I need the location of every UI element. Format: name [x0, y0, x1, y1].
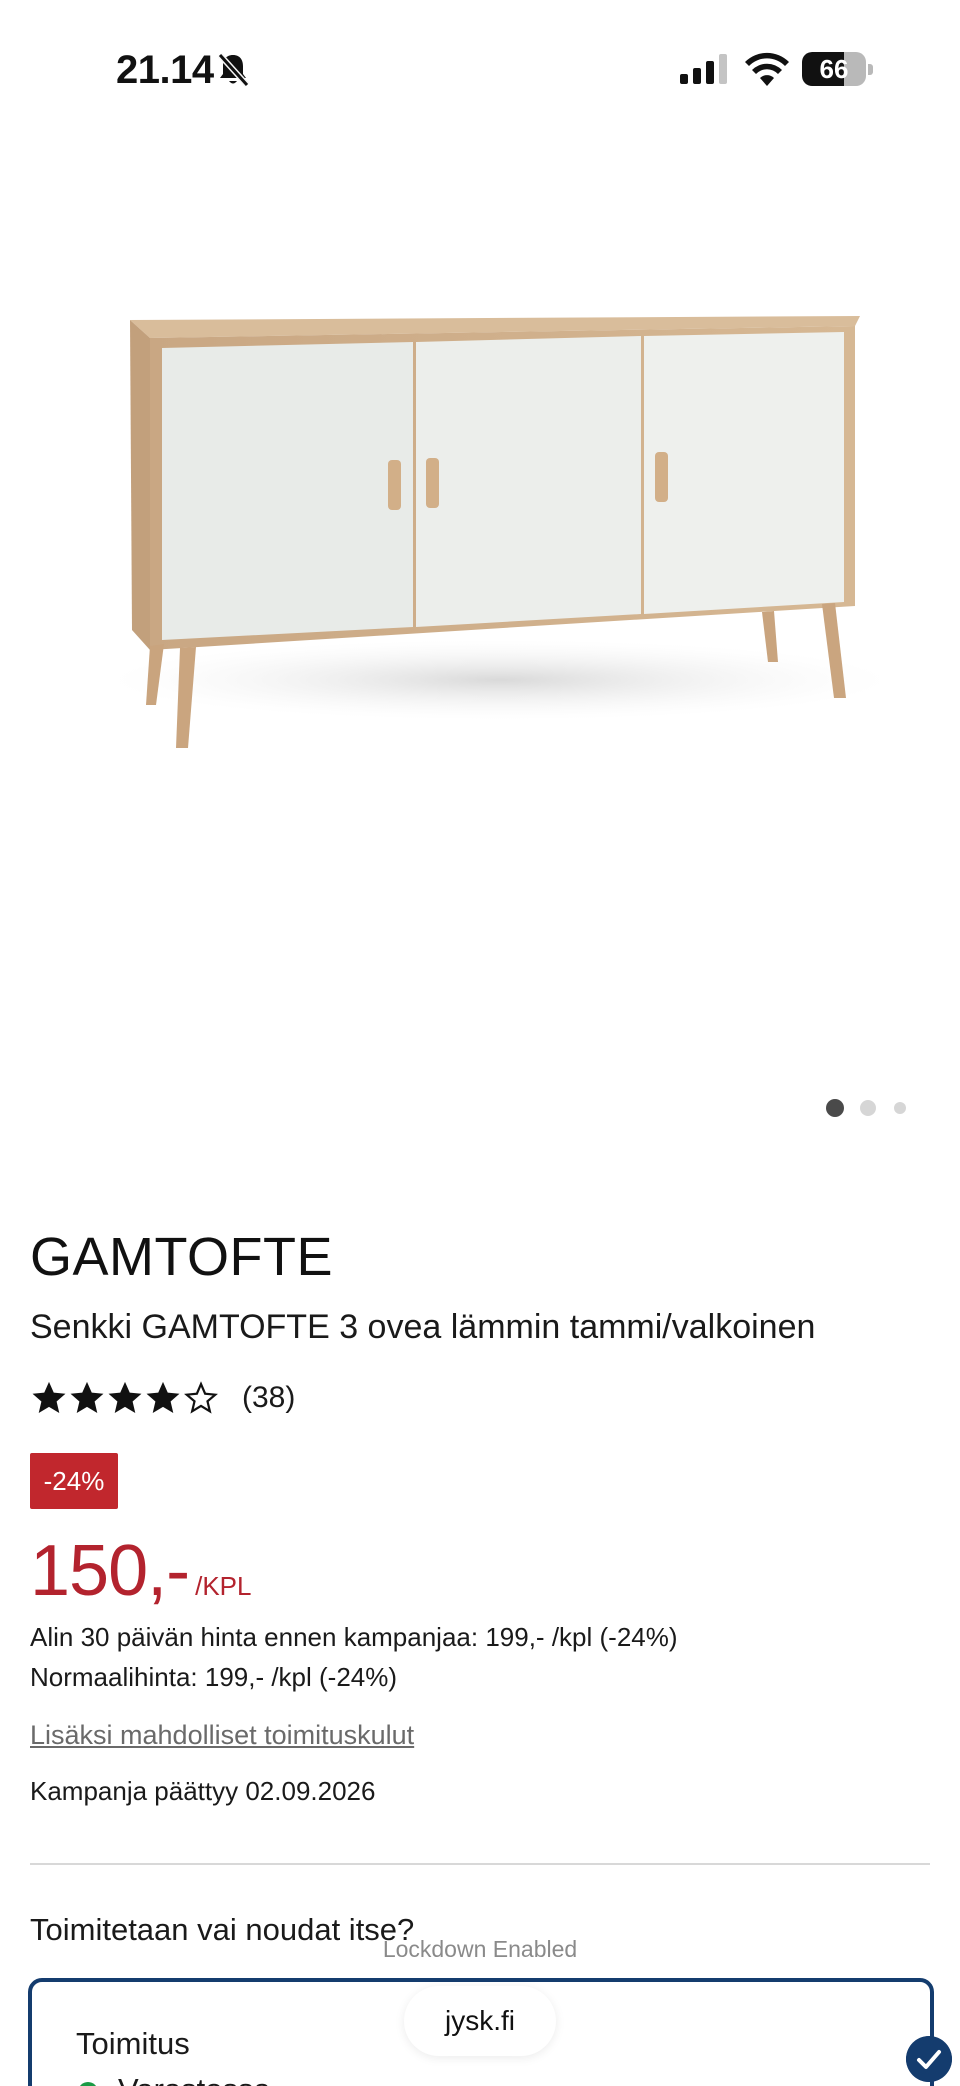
campaign-end-date: Kampanja päättyy 02.09.2026	[30, 1776, 376, 1806]
cabinet-door-middle	[416, 336, 641, 627]
carousel-indicator[interactable]	[822, 1098, 922, 1120]
product-title: Senkki GAMTOFTE 3 ovea lämmin tammi/valk…	[30, 1308, 816, 1346]
battery-icon: 66	[802, 52, 874, 86]
door-handle	[655, 452, 668, 502]
cellular-signal-icon	[680, 54, 727, 84]
cabinet-side	[130, 320, 150, 650]
lockdown-mode-label: Lockdown Enabled	[382, 1936, 578, 1962]
door-handle	[426, 458, 439, 508]
star-empty-icon	[184, 1381, 218, 1414]
lowest-price-note: Alin 30 päivän hinta ennen kampanjaa: 19…	[30, 1622, 678, 1652]
stock-status: Varastossa	[118, 2072, 271, 2086]
section-divider	[30, 1863, 930, 1865]
star-filled-icon	[32, 1381, 66, 1414]
normal-price-note: Normaalihinta: 199,- /kpl (-24%)	[30, 1662, 398, 1692]
carousel-dot[interactable]	[860, 1100, 876, 1116]
sale-price: 150,-	[30, 1531, 190, 1611]
discount-badge: -24%	[30, 1453, 118, 1509]
product-rating[interactable]: (38)	[30, 1376, 295, 1420]
status-bar: 21.14 66	[0, 0, 960, 140]
star-filled-icon	[146, 1381, 180, 1414]
status-time: 21.14	[116, 48, 214, 92]
door-handle	[388, 460, 401, 510]
delivery-option-title: Toimitus	[76, 2026, 190, 2061]
address-bar-url[interactable]: jysk.fi	[404, 1986, 556, 2056]
battery-level-text: 66	[819, 54, 849, 84]
price-row: 150,- /KPL	[30, 1530, 252, 1611]
checkmark-selected-icon	[906, 2036, 952, 2082]
star-filled-icon	[70, 1381, 104, 1414]
bell-slash-icon	[217, 52, 250, 88]
review-count[interactable]: (38)	[242, 1381, 295, 1415]
star-filled-icon	[108, 1381, 142, 1414]
price-unit: /KPL	[195, 1571, 252, 1601]
product-brand: GAMTOFTE	[30, 1227, 334, 1287]
cabinet-door-right	[644, 332, 844, 614]
carousel-dot-active[interactable]	[826, 1099, 844, 1117]
sideboard-product-image[interactable]	[80, 250, 900, 770]
shipping-costs-link[interactable]: Lisäksi mahdolliset toimituskulut	[30, 1720, 414, 1751]
wifi-icon	[745, 52, 789, 86]
cabinet-door-left	[162, 342, 413, 640]
battery-tip	[868, 64, 873, 75]
in-stock-dot-icon	[78, 2082, 98, 2086]
battery-body: 66	[802, 52, 866, 86]
carousel-dot[interactable]	[894, 1102, 906, 1114]
